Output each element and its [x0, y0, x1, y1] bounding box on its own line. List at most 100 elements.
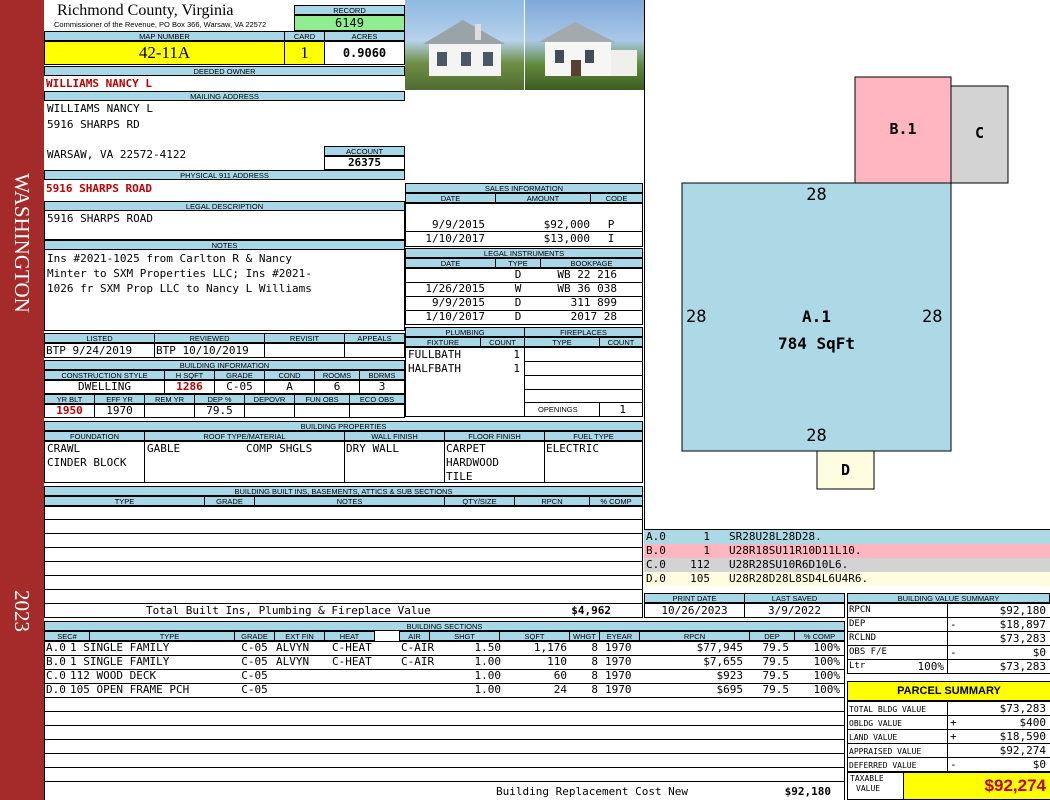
legend-path: SR28U28L28D28. [729, 530, 822, 543]
construction-style-value: DWELLING [78, 380, 131, 393]
depovr-header: DEPOVR [244, 394, 295, 404]
section-cell: 112 WOOD DECK [70, 669, 157, 682]
reviewed-value: BTP 10/10/2019 [156, 344, 249, 357]
section-cell: 79.5 [762, 669, 790, 682]
physical-address-header: PHYSICAL 911 ADDRESS [44, 170, 405, 180]
li-date: 1/10/2017 [425, 310, 485, 323]
section-cell: 1970 [605, 669, 632, 682]
floor-finish-1: CARPET [446, 442, 486, 455]
bdrms-header: BDRMS [359, 370, 405, 380]
rooms-value: 6 [333, 380, 341, 393]
last-saved-value: 3/9/2022 [768, 604, 821, 617]
taxable-value: $92,274 [903, 772, 1050, 800]
funobs-header: FUN OBS [294, 394, 350, 404]
section-cell: A.0 [46, 641, 66, 654]
sales-date-header: DATE [405, 193, 496, 203]
builtins-header: BUILDING BUILT INS, BASEMENTS, ATTICS & … [44, 486, 643, 496]
replacement-cost-value: $92,180 [784, 785, 831, 798]
legend-num: 1 [703, 530, 710, 543]
obldg-label: OBLDG VALUE [849, 719, 902, 728]
section-cell: C.0 [46, 669, 66, 682]
dep-value: 79.5 [206, 404, 233, 417]
card-value: 1 [284, 41, 325, 65]
section-cell: D.0 [46, 683, 66, 696]
grade-header: GRADE [214, 370, 265, 380]
cond-header: COND [264, 370, 315, 380]
total-bldg-label: TOTAL BLDG VALUE [849, 705, 927, 714]
section-cell: C-05 [241, 641, 268, 654]
fp-count-header: COUNT [599, 337, 643, 347]
ltr-label: Ltr [849, 661, 866, 671]
effyr-header: EFF YR [94, 394, 145, 404]
section-col-header: SHGT [429, 631, 500, 641]
rpcn-value: $92,180 [999, 604, 1046, 617]
section-cell: 1.00 [474, 683, 502, 696]
section-cell: $77,945 [696, 641, 743, 654]
li-bookpage: 311 899 [570, 296, 617, 309]
li-bookpage: WB 36 038 [557, 282, 617, 295]
bi-rpcn-header: RPCN [514, 496, 590, 506]
account-value: 26375 [324, 156, 405, 170]
account-header: ACCOUNT [324, 146, 405, 156]
legend-code: B.0 [646, 544, 666, 557]
section-cell: 1970 [605, 683, 632, 696]
section-cell: 100% [813, 669, 841, 682]
section-cell: 79.5 [762, 655, 790, 668]
legend-path: U28R28D28L8SD4L6U4R6. [729, 572, 869, 585]
rpcn-label: RPCN [849, 605, 871, 615]
section-cell: 79.5 [762, 683, 790, 696]
plumbing-row-1-count: 1 [513, 348, 520, 361]
bi-grade-header: GRADE [204, 496, 255, 506]
plumbing-row-1-fixture: FULLBATH [408, 348, 461, 361]
section-cell: $695 [716, 683, 744, 696]
fireplaces-header: FIREPLACES [524, 327, 643, 337]
yrblt-header: YR BLT [44, 394, 95, 404]
li-date-header: DATE [405, 258, 496, 268]
section-cell: 24 [553, 683, 567, 696]
house-photo-1 [405, 0, 524, 90]
deferred-label: DEFERRED VALUE [849, 761, 917, 770]
legend-path: U28R28SU10R6D10L6. [729, 558, 849, 571]
section-cell: 8 [591, 655, 598, 668]
land-label: LAND VALUE [849, 733, 898, 742]
floor-finish-2: HARDWOOD [446, 456, 499, 469]
building-sections-header: BUILDING SECTIONS [44, 621, 845, 631]
plumbing-count-header: COUNT [480, 337, 525, 347]
construction-style-header: CONSTRUCTION STYLE [44, 370, 165, 380]
bi-type-header: TYPE [44, 496, 205, 506]
legend-num: 112 [690, 558, 710, 571]
openings-label: OPENINGS [538, 405, 578, 414]
section-col-header: SQFT [499, 631, 570, 641]
fuel-type-header: FUEL TYPE [544, 431, 643, 441]
deeded-owner-value: WILLIAMS NANCY L [46, 77, 152, 90]
legend-code: A.0 [646, 530, 666, 543]
sales-date: 1/10/2017 [425, 232, 485, 245]
legend-code: D.0 [646, 572, 666, 585]
sales-amount-header: AMOUNT [495, 193, 591, 203]
openings-value: 1 [619, 403, 626, 416]
legend-num: 105 [690, 572, 710, 585]
building-sketch [681, 76, 1009, 490]
section-col-header: % COMP [794, 631, 845, 641]
li-type: D [514, 310, 522, 323]
remyr-header: REM YR [144, 394, 195, 404]
section-cell: 1.00 [474, 669, 502, 682]
section-cell: C-05 [241, 655, 268, 668]
mailing-line-3: WARSAW, VA 22572-4122 [47, 148, 187, 161]
acres-value: 0.9060 [324, 41, 405, 65]
sales-amount: $92,000 [543, 218, 590, 231]
hsqft-value: 1286 [176, 380, 203, 393]
section-d-label: D [840, 461, 851, 479]
acres-header: ACRES [324, 31, 405, 41]
wall-finish: DRY WALL [346, 442, 399, 455]
section-col-header: WHGT [569, 631, 600, 641]
legal-instruments-header: LEGAL INSTRUMENTS [405, 248, 643, 258]
district-label: WASHINGTON [10, 173, 34, 313]
section-cell: $7,655 [703, 655, 743, 668]
mailing-address-header: MAILING ADDRESS [44, 91, 405, 101]
appraised-value: $92,274 [999, 744, 1046, 757]
wall-finish-header: WALL FINISH [344, 431, 445, 441]
section-cell: 1 SINGLE FAMILY [70, 641, 170, 654]
last-saved-header: LAST SAVED [744, 593, 845, 603]
section-cell: 60 [553, 669, 567, 682]
